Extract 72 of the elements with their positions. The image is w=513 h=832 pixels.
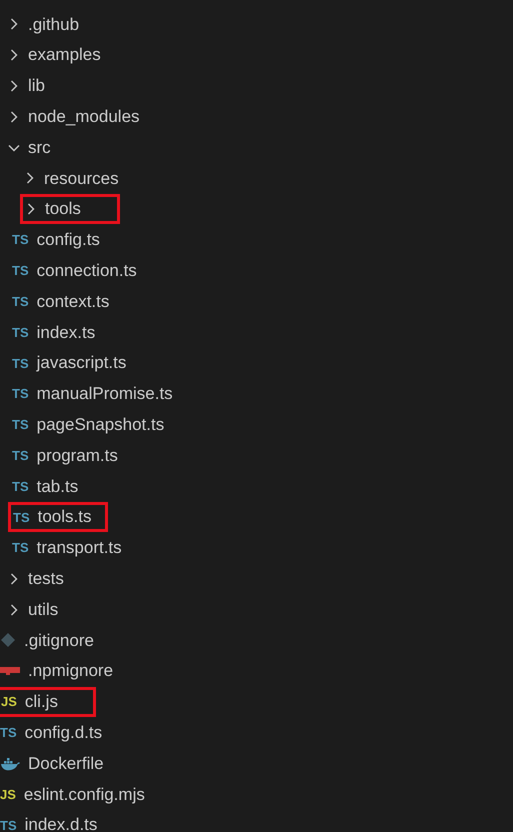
file-name: tools — [45, 198, 81, 220]
tree-item[interactable]: TS index.d.ts — [0, 810, 108, 832]
typescript-icon: TS — [12, 449, 29, 462]
diamond-icon — [0, 632, 16, 648]
tree-item[interactable]: JS cli.js — [0, 686, 96, 717]
tree-item[interactable]: utils — [8, 594, 68, 625]
file-name: javascript.ts — [36, 352, 126, 374]
tree-item[interactable]: .gitignore — [0, 625, 104, 656]
typescript-icon: TS — [12, 356, 29, 370]
file-name: tests — [28, 568, 64, 590]
tree-item[interactable]: lib — [8, 70, 56, 101]
tree-item[interactable]: .npmignore — [0, 656, 124, 686]
javascript-icon: JS — [0, 788, 16, 801]
tree-item[interactable]: Dockerfile — [0, 748, 114, 779]
tree-item[interactable]: node_modules — [8, 102, 150, 132]
javascript-icon: JS — [1, 695, 17, 708]
tree-item[interactable]: tests — [8, 564, 74, 594]
file-name: manualPromise.ts — [36, 383, 173, 406]
tree-item[interactable]: TS context.ts — [12, 286, 120, 317]
file-name: cli.js — [24, 691, 58, 714]
whale-icon — [0, 756, 20, 771]
tree-item[interactable]: JS eslint.config.mjs — [0, 779, 155, 810]
file-name: src — [28, 136, 51, 159]
file-name: eslint.config.mjs — [24, 784, 145, 806]
file-name: resources — [44, 168, 119, 190]
file-name: connection.ts — [36, 260, 137, 282]
file-name: .gitignore — [24, 630, 94, 652]
tree-item[interactable]: TS config.ts — [12, 224, 110, 255]
file-name: examples — [28, 44, 101, 66]
file-name: tab.ts — [36, 476, 78, 498]
typescript-icon: TS — [13, 510, 30, 524]
typescript-icon: TS — [12, 295, 29, 308]
file-name: index.d.ts — [24, 814, 98, 832]
typescript-icon: TS — [12, 541, 29, 554]
tree-item[interactable]: TS tab.ts — [12, 471, 88, 502]
tree-item[interactable]: TS manualPromise.ts — [12, 378, 183, 409]
file-name: pageSnapshot.ts — [36, 414, 164, 436]
tree-item[interactable]: tools — [20, 194, 120, 224]
typescript-icon: TS — [12, 233, 29, 246]
typescript-icon: TS — [12, 326, 29, 339]
tree-item[interactable]: resources — [24, 163, 129, 194]
npm-icon — [0, 667, 20, 676]
tree-item[interactable]: TS tools.ts — [8, 502, 108, 532]
typescript-icon: TS — [12, 387, 29, 400]
tree-item[interactable]: examples — [8, 40, 111, 70]
typescript-icon: TS — [0, 818, 17, 832]
file-name: Dockerfile — [28, 752, 104, 775]
file-name: transport.ts — [36, 537, 122, 560]
file-name: .npmignore — [28, 660, 114, 682]
typescript-icon: TS — [12, 418, 29, 432]
tree-item[interactable]: TS config.d.ts — [0, 718, 112, 748]
typescript-icon: TS — [12, 264, 29, 278]
file-name: utils — [28, 598, 58, 621]
file-name: node_modules — [28, 106, 140, 128]
tree-item[interactable]: TS connection.ts — [12, 256, 147, 286]
tree-item[interactable]: .github — [8, 9, 90, 40]
file-name: lib — [28, 75, 46, 98]
file-name: context.ts — [36, 290, 110, 313]
tree-item[interactable]: src — [8, 132, 61, 163]
tree-item[interactable]: TS index.ts — [12, 317, 106, 348]
tree-item[interactable]: TS pageSnapshot.ts — [12, 410, 174, 440]
tree-item[interactable]: TS transport.ts — [12, 532, 132, 563]
file-name: .github — [28, 14, 80, 36]
typescript-icon: TS — [12, 480, 29, 493]
file-name: config.d.ts — [24, 722, 102, 744]
file-name: tools.ts — [38, 506, 92, 528]
file-name: index.ts — [36, 322, 96, 344]
file-name: config.ts — [36, 229, 100, 252]
file-name: program.ts — [36, 444, 118, 467]
typescript-icon: TS — [0, 726, 17, 740]
tree-item[interactable]: TS javascript.ts — [12, 348, 136, 378]
tree-item[interactable]: TS program.ts — [12, 440, 128, 471]
